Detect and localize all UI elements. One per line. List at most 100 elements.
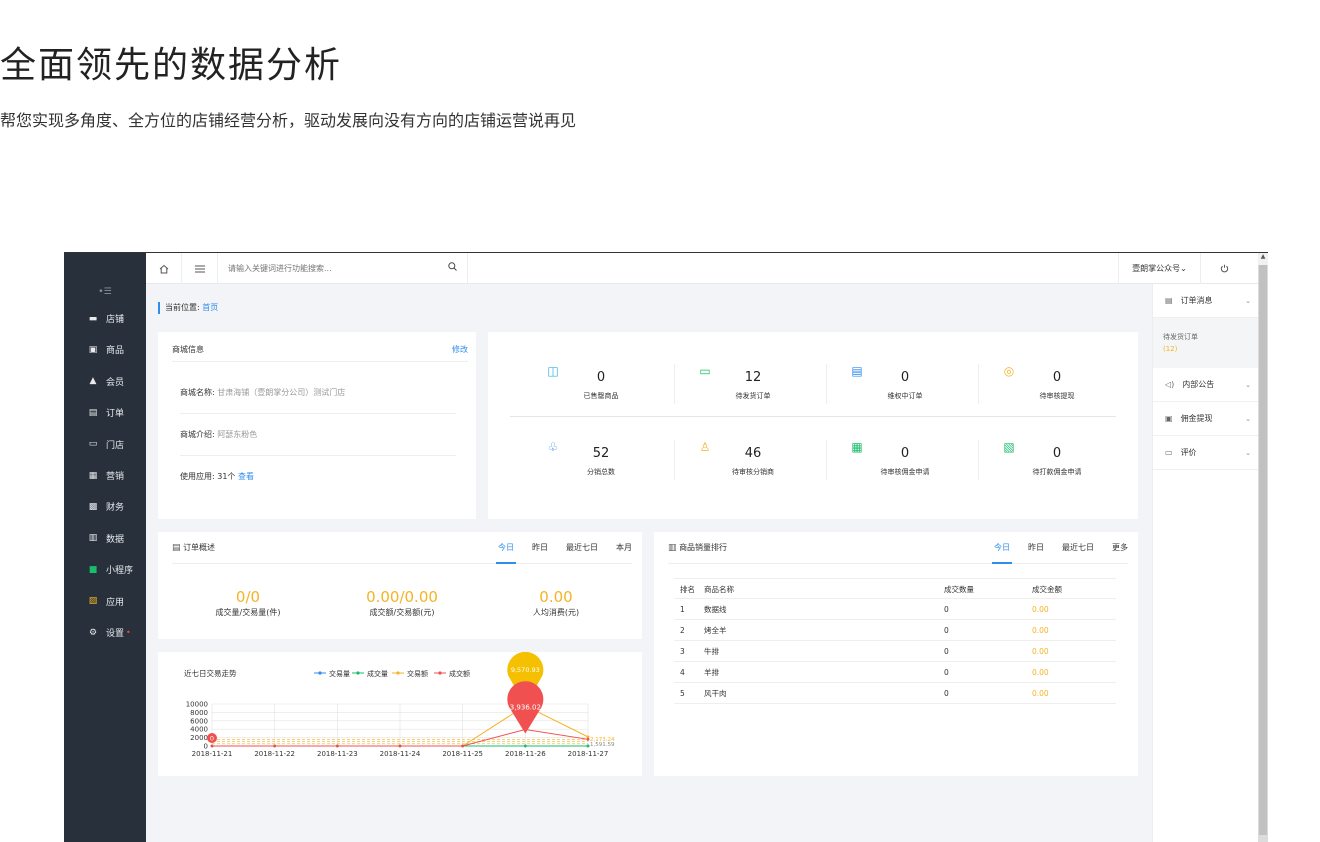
stat-separator: [826, 440, 827, 480]
tab-0[interactable]: 今日: [992, 532, 1012, 564]
data-point[interactable]: [586, 737, 590, 741]
view-apps-link[interactable]: 查看: [238, 472, 254, 481]
commission-withdraw-item[interactable]: ▣ 佣金提现 ⌄: [1153, 402, 1259, 436]
stat-item[interactable]: ▦ 0 待审核佣金申请: [830, 440, 980, 480]
sidebar-item-6[interactable]: ▩ 财务: [64, 491, 146, 522]
sidebar-item-label: 小程序: [106, 566, 134, 577]
table-row[interactable]: 5 风干肉 0 0.00: [674, 683, 1116, 704]
max-label-yellow: 9,570.93: [511, 666, 540, 674]
stat-item[interactable]: ▭ 12 待发货订单: [678, 364, 828, 404]
vertical-scrollbar[interactable]: ▲: [1258, 253, 1268, 842]
data-point[interactable]: [586, 735, 590, 739]
sidebar-item-3[interactable]: ▤ 订单: [64, 397, 146, 428]
edit-link[interactable]: 修改: [452, 344, 468, 355]
cell-amount: 0.00: [1032, 689, 1049, 698]
sidebar-item-label: 数据: [106, 534, 125, 545]
breadcrumb-home-link[interactable]: 首页: [202, 303, 218, 312]
column-header: 成交金额: [1032, 585, 1062, 594]
legend-item[interactable]: 交易额: [392, 669, 428, 678]
tab-1[interactable]: 昨日: [532, 532, 548, 564]
sidebar-item-5[interactable]: ▦ 营销: [64, 460, 146, 491]
goods-icon: ▣: [88, 344, 98, 355]
sidebar-item-0[interactable]: ▬ 店铺: [64, 303, 146, 334]
store-intro-label: 商城介绍:: [180, 430, 215, 439]
data-point[interactable]: [335, 744, 339, 748]
ranking-title: 商品销量排行: [679, 543, 728, 552]
legend-item[interactable]: 交易量: [314, 669, 350, 678]
account-switcher[interactable]: 壹朗掌公众号⌄: [1118, 253, 1200, 284]
scroll-up-arrow[interactable]: ▲: [1258, 253, 1268, 265]
commission-withdraw-label: 佣金提现: [1180, 414, 1213, 423]
legend-item[interactable]: 成交量: [352, 669, 388, 678]
cell-amount: 0.00: [1032, 668, 1049, 677]
sidebar-item-4[interactable]: ▭ 门店: [64, 429, 146, 460]
chart-title: 近七日交易走势: [184, 668, 237, 678]
table-row[interactable]: 4 羊排 0 0.00: [674, 662, 1116, 683]
miniprogram-icon: ■: [88, 564, 98, 575]
table-row[interactable]: 1 数据线 0 0.00: [674, 599, 1116, 620]
data-point[interactable]: [273, 744, 277, 748]
cell-name: 烤全羊: [704, 626, 727, 635]
sidebar-item-7[interactable]: ▥ 数据: [64, 523, 146, 554]
sidebar-item-8[interactable]: ■ 小程序: [64, 554, 146, 585]
stat-item[interactable]: ♙ 46 待审核分销商: [678, 440, 828, 480]
tab-0[interactable]: 今日: [496, 532, 516, 564]
stat-item[interactable]: ♧ 52 分销总数: [526, 440, 676, 480]
sidebar: •☰ ▬ 店铺 ▣ 商品 ▲ 会员 ▤ 订单 ▭ 门店 ▦ 营销 ▩ 财务 ▥ 数据 ■ 小程序 ▨ 应用 ⚙ 设置 •: [64, 253, 146, 842]
search-input[interactable]: [228, 253, 428, 284]
data-point[interactable]: [210, 744, 214, 748]
x-tick-label: 2018-11-24: [380, 750, 421, 758]
tab-1[interactable]: 昨日: [1028, 532, 1044, 564]
internal-notice-item[interactable]: ◁) 内部公告 ⌄: [1153, 368, 1259, 402]
column-header: 商品名称: [704, 585, 734, 594]
tab-3[interactable]: 本月: [616, 532, 632, 564]
stat-separator: [674, 440, 675, 480]
y-tick-label: 6000: [190, 717, 208, 725]
cell-qty: 0: [944, 647, 949, 656]
legend-item[interactable]: 成交额: [434, 669, 470, 678]
tab-2[interactable]: 最近七日: [1062, 532, 1094, 564]
chevron-down-icon: ⌄: [1245, 414, 1251, 423]
stat-separator: [978, 440, 979, 480]
user-icon: ♙: [699, 440, 711, 454]
table-row[interactable]: 2 烤全羊 0 0.00: [674, 620, 1116, 641]
sidebar-item-1[interactable]: ▣ 商品: [64, 334, 146, 365]
power-icon: [1220, 264, 1229, 273]
main-content: 当前位置: 首页 商城信息 修改 商城名称: 甘肃海铺（壹朗掌分公司）测试门店 …: [146, 284, 1152, 842]
data-point[interactable]: [523, 744, 527, 748]
review-item[interactable]: ▭ 评价 ⌄: [1153, 436, 1259, 470]
commission-icon: ▦: [851, 440, 863, 454]
stat-item[interactable]: ▧ 0 待打款佣金申请: [982, 440, 1132, 480]
logout-button[interactable]: [1200, 253, 1248, 284]
x-tick-label: 2018-11-27: [568, 750, 609, 758]
sidebar-item-2[interactable]: ▲ 会员: [64, 366, 146, 397]
pending-shipment-panel[interactable]: 待发货订单 (12): [1153, 318, 1259, 368]
stat-item[interactable]: ◫ 0 已售罄商品: [526, 364, 676, 404]
legend-label: 交易额: [407, 669, 428, 678]
table-row[interactable]: 3 牛排 0 0.00: [674, 641, 1116, 662]
sidebar-item-10[interactable]: ⚙ 设置 •: [64, 617, 146, 648]
data-point[interactable]: [461, 744, 465, 748]
search-icon[interactable]: [448, 262, 457, 274]
data-point[interactable]: [398, 744, 402, 748]
data-point[interactable]: [586, 744, 590, 748]
sidebar-item-9[interactable]: ▨ 应用: [64, 586, 146, 617]
order-messages-item[interactable]: ▤ 订单消息 ⌄: [1153, 284, 1259, 318]
stats-card: ◫ 0 已售罄商品 ▭ 12 待发货订单 ▤ 0 维权中订单 ◎ 0 待审核提现 ♧ 52 分销总数 ♙ 46 待…: [488, 332, 1138, 519]
scrollbar-thumb[interactable]: [1259, 265, 1267, 835]
payment-icon: ▧: [1003, 440, 1015, 454]
tab-3[interactable]: 更多: [1112, 532, 1128, 564]
clipboard-icon: ▤: [172, 543, 181, 553]
home-button[interactable]: [146, 253, 182, 284]
breadcrumb-prefix: 当前位置:: [165, 303, 200, 312]
review-label: 评价: [1180, 448, 1197, 457]
audit-icon: ◎: [1003, 364, 1015, 378]
stat-item[interactable]: ◎ 0 待审核提现: [982, 364, 1132, 404]
finance-icon: ▩: [88, 501, 98, 512]
legend-label: 成交额: [449, 669, 470, 678]
tab-2[interactable]: 最近七日: [566, 532, 598, 564]
menu-button[interactable]: [182, 253, 218, 284]
store-name-value: 甘肃海铺（壹朗掌分公司）测试门店: [217, 388, 346, 397]
order-overview-item: 0/0 成交量/交易量(件): [178, 588, 318, 618]
stat-item[interactable]: ▤ 0 维权中订单: [830, 364, 980, 404]
